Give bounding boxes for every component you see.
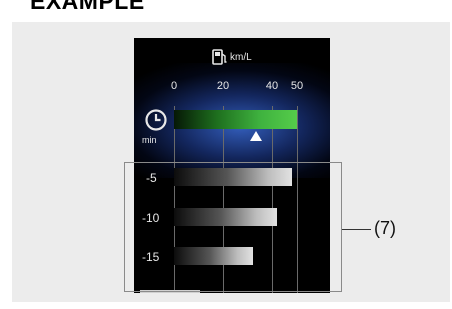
axis-tick-label: 20: [216, 80, 230, 92]
callout-leader-line: [342, 229, 371, 230]
triangle-marker-icon: [250, 131, 262, 141]
callout-box: [124, 162, 342, 292]
section-heading: EXAMPLE: [30, 0, 145, 14]
unit-label: km/L: [230, 52, 252, 63]
axis-tick-label: 0: [170, 80, 178, 92]
fuel-pump-icon: [212, 49, 227, 65]
current-fuel-economy-bar: [174, 110, 297, 129]
axis-tick-label: 50: [290, 80, 304, 92]
time-unit-label: min: [142, 135, 157, 145]
callout-label: (7): [374, 218, 396, 238]
clock-icon: [145, 109, 167, 131]
axis-tick-label: 40: [265, 80, 279, 92]
